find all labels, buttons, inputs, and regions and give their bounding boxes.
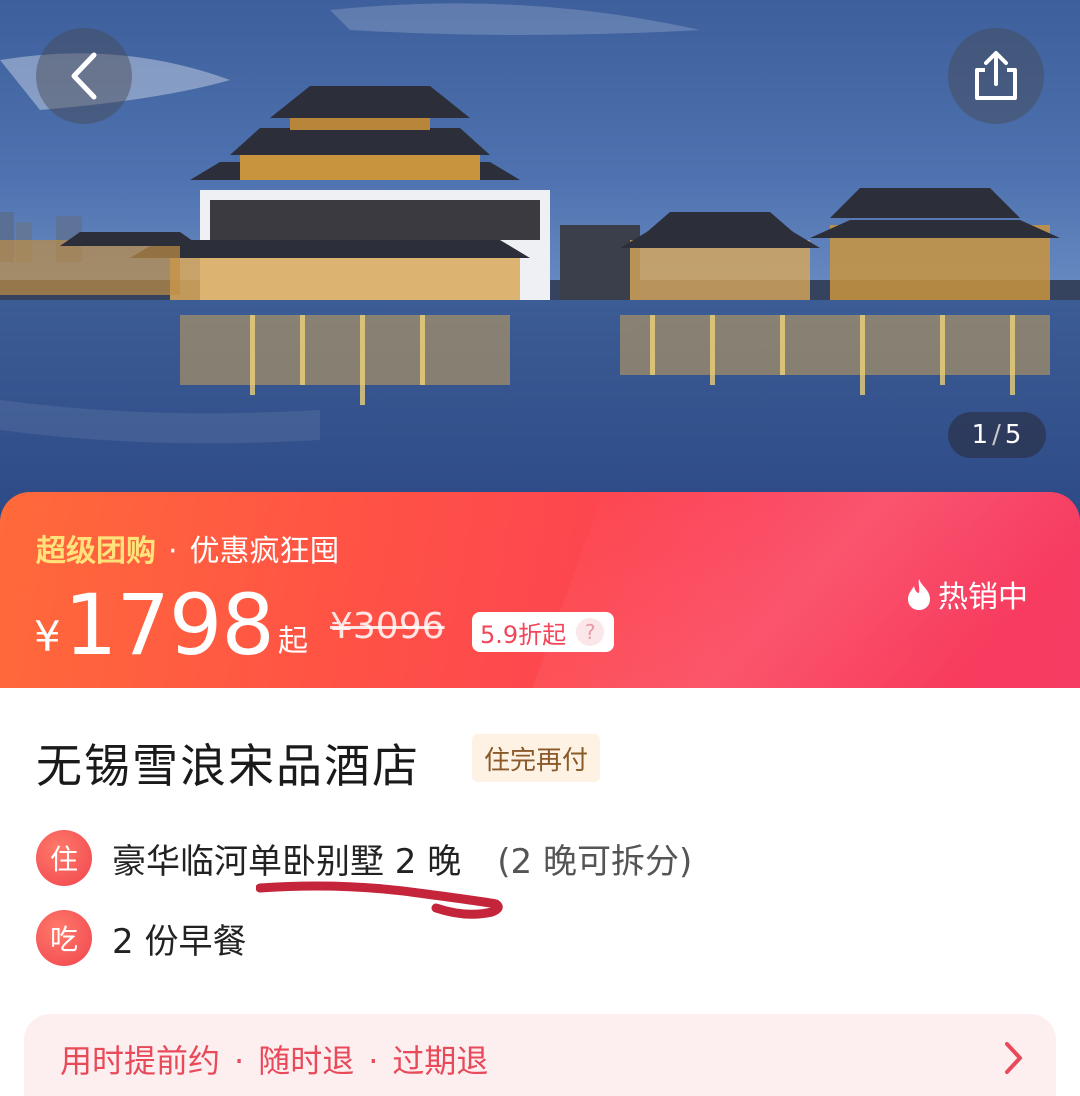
hot-selling-label: 热销中 xyxy=(938,580,1028,615)
policy-refund-expired: 过期退 xyxy=(392,1042,489,1080)
currency-symbol: ¥ xyxy=(34,612,61,661)
photo-counter-separator: / xyxy=(992,420,1002,450)
discount-label: 5.9折起 xyxy=(480,620,567,649)
help-icon[interactable]: ? xyxy=(576,618,605,646)
sale-price: 1798 xyxy=(64,576,275,674)
meal-description: 2 份早餐 xyxy=(112,921,247,962)
group-buy-tag: 超级团购 xyxy=(36,534,156,569)
policy-text: 用时提前约 · 随时退 · 过期退 xyxy=(60,1036,488,1082)
photo-counter-total: 5 xyxy=(1004,420,1023,450)
policy-refund-anytime: 随时退 xyxy=(258,1042,355,1080)
promo-separator: · xyxy=(168,534,178,569)
hotel-name: 无锡雪浪宋品酒店 xyxy=(36,739,420,793)
meal-icon: 吃 xyxy=(36,910,92,966)
original-price: ¥3096 xyxy=(330,606,445,647)
hotel-photo[interactable]: 1/5 xyxy=(0,0,1080,520)
promo-headline: 超级团购 · 优惠疯狂囤 xyxy=(36,526,340,570)
photo-counter-current: 1 xyxy=(971,420,990,450)
chevron-left-icon xyxy=(71,52,97,100)
share-icon xyxy=(975,51,1017,100)
booking-policy-bar[interactable]: 用时提前约 · 随时退 · 过期退 xyxy=(24,1014,1056,1096)
share-button[interactable] xyxy=(948,28,1044,124)
policy-separator: · xyxy=(234,1042,245,1080)
stay-icon: 住 xyxy=(36,830,92,886)
handwritten-underline xyxy=(256,881,503,919)
photo-counter: 1/5 xyxy=(948,412,1046,458)
promo-slogan: 优惠疯狂囤 xyxy=(189,534,340,569)
hot-selling-badge: 热销中 xyxy=(904,572,1028,616)
chevron-right-icon xyxy=(1005,1042,1022,1074)
price-suffix: 起 xyxy=(278,624,308,659)
pay-after-stay-badge: 住完再付 xyxy=(472,734,601,782)
flame-icon xyxy=(908,579,930,610)
policy-separator: · xyxy=(368,1042,379,1080)
hotel-photo-image xyxy=(0,0,1080,520)
discount-badge[interactable]: 5.9折起 ? xyxy=(472,612,615,652)
back-button[interactable] xyxy=(36,28,132,124)
stay-split-note: (2 晚可拆分) xyxy=(497,841,693,882)
package-meal-row: 吃 2 份早餐 xyxy=(36,910,246,966)
policy-reserve-ahead: 用时提前约 xyxy=(60,1042,221,1080)
